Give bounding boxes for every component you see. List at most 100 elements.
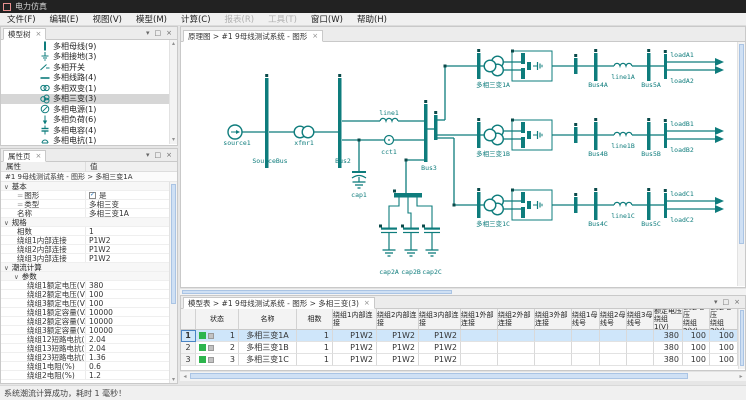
chevron-down-icon[interactable]: ▾ — [146, 29, 150, 37]
bus-3[interactable] — [424, 104, 428, 162]
property-value[interactable]: 2.04 — [86, 344, 171, 352]
property-value[interactable]: 1 — [86, 227, 171, 235]
close-icon[interactable]: × — [36, 30, 42, 38]
column-header[interactable] — [181, 309, 196, 330]
inductor-symbol[interactable] — [613, 62, 633, 69]
properties-scrollbar[interactable]: ▾ — [169, 182, 177, 383]
column-header[interactable]: 状态 — [196, 309, 239, 330]
bus-row-left[interactable] — [477, 192, 481, 218]
property-row[interactable]: 绕组23短路电抗(%) 1.36 — [1, 353, 171, 362]
column-header[interactable]: 绕组1外部连接 — [461, 309, 498, 330]
bus-row-left[interactable] — [477, 53, 481, 79]
scroll-down-icon[interactable]: ▾ — [170, 377, 177, 383]
bus-4[interactable] — [594, 53, 598, 81]
winding-block[interactable] — [511, 50, 553, 82]
tab-model-tree[interactable]: 模型树 × — [3, 28, 47, 40]
bus-2[interactable] — [338, 78, 342, 168]
property-value[interactable]: 1.36 — [86, 353, 171, 361]
property-section-row[interactable]: ∨ 基本 — [1, 182, 171, 191]
collapse-icon[interactable]: ∨ — [14, 273, 19, 280]
table-row[interactable]: 3 3 多相三变1C 1 P1W2 P1W2 P1W2 380 100 100 — [181, 354, 738, 366]
tree-item[interactable]: 多相接地(3) — [1, 51, 177, 63]
scroll-right-icon[interactable]: ▸ — [737, 374, 745, 380]
property-row[interactable]: 绕组1电阻(%) 0.6 — [1, 362, 171, 371]
column-header[interactable]: 绕组1内部连接 — [333, 309, 377, 330]
diagram-canvas[interactable]: source1 SourceBus Bus2 Bus3 xfmr1 line1 cct1 ca… — [180, 42, 746, 288]
property-row[interactable]: 绕组1额定电压(V) 380 — [1, 281, 171, 290]
float-icon[interactable]: □ — [723, 298, 730, 306]
scrollbar-thumb[interactable] — [740, 310, 744, 366]
transformer-symbol[interactable] — [301, 125, 315, 139]
scroll-down-icon[interactable]: ▾ — [170, 137, 177, 143]
capacitor-symbol[interactable] — [403, 227, 419, 230]
property-row[interactable]: 绕组3额定容量(VA) 10000 — [1, 326, 171, 335]
column-header[interactable]: 绕组3母线号 — [627, 309, 654, 330]
table-row[interactable]: 2 2 多相三变1B 1 P1W2 P1W2 P1W2 380 100 100 — [181, 342, 738, 354]
scrollbar-thumb[interactable] — [171, 184, 176, 304]
property-section-row[interactable]: ∨ 潮流计算 — [1, 263, 171, 272]
bus-5[interactable] — [647, 53, 651, 81]
close-icon[interactable]: × — [364, 299, 370, 307]
column-header[interactable]: 额定电压绕组2(V) — [683, 309, 710, 335]
tab-schematic[interactable]: 原理图 > #1 9母线测试系统 - 图形 × — [183, 30, 324, 42]
property-value[interactable]: 10000 — [86, 308, 171, 316]
column-header[interactable]: 额定电压 绕组1(V) — [654, 309, 683, 331]
tree-scrollbar[interactable]: ▴ ▾ — [169, 40, 177, 144]
menu-item[interactable]: 编辑(E) — [43, 13, 86, 25]
tab-properties[interactable]: 属性页 × — [3, 150, 47, 162]
collapse-icon[interactable]: ∨ — [4, 264, 9, 271]
table-vscrollbar[interactable] — [738, 309, 745, 369]
collapse-icon[interactable]: ∨ — [4, 219, 9, 226]
three-winding-transformer-symbol[interactable] — [483, 198, 497, 212]
tree-item[interactable]: 多相电容(4) — [1, 125, 177, 136]
property-value[interactable]: 多相三变 — [86, 200, 171, 208]
bus-sourcebus[interactable] — [265, 78, 269, 168]
property-row[interactable]: 绕组2内部连接 P1W2 — [1, 245, 171, 254]
three-winding-transformer-symbol[interactable] — [483, 128, 497, 142]
scrollbar-thumb[interactable] — [190, 373, 688, 379]
scroll-up-icon[interactable]: ▴ — [170, 41, 177, 47]
bus-5[interactable] — [647, 192, 651, 220]
tab-model-table[interactable]: 模型表 > #1 9母线测试系统 - 图形 > 多相三变(3) × — [183, 297, 375, 309]
tree-item[interactable]: 多相电源(1) — [1, 104, 177, 115]
bus-row-mid[interactable] — [574, 127, 578, 143]
property-row[interactable]: 绕组1额定容量(VA) 10000 — [1, 308, 171, 317]
table-hscrollbar[interactable]: ◂ ▸ — [180, 371, 746, 381]
chevron-down-icon[interactable]: ▾ — [714, 298, 718, 306]
tree-item[interactable]: 多相电抗(1) — [1, 136, 177, 145]
tree-item[interactable]: 多相双变(1) — [1, 83, 177, 94]
row-number[interactable]: 3 — [181, 354, 196, 366]
column-header[interactable]: 绕组1母线号 — [572, 309, 600, 330]
property-row[interactable]: 绕组2额定容量(VA) 10000 — [1, 317, 171, 326]
close-icon[interactable]: × — [734, 298, 740, 306]
diagram-vscrollbar[interactable] — [737, 42, 745, 286]
tree-item[interactable]: 多相线路(4) — [1, 73, 177, 84]
property-value[interactable]: 0.6 — [86, 362, 171, 370]
bus-load[interactable] — [664, 54, 667, 79]
row-number[interactable]: 2 — [181, 342, 196, 354]
close-icon[interactable]: × — [166, 29, 172, 37]
bus-4[interactable] — [594, 122, 598, 150]
inductor-symbol[interactable] — [379, 117, 399, 124]
close-icon[interactable]: × — [312, 32, 318, 40]
bus-load[interactable] — [664, 193, 667, 218]
tree-item[interactable]: 多相开关 — [1, 62, 177, 73]
capacitor-symbol[interactable] — [424, 227, 440, 230]
bus-4[interactable] — [594, 192, 598, 220]
scroll-left-icon[interactable]: ◂ — [181, 374, 189, 380]
column-header[interactable]: 名称 — [239, 309, 297, 330]
property-value[interactable]: 多相三变1A — [86, 209, 171, 217]
close-icon[interactable]: × — [166, 151, 172, 159]
bus-row-left[interactable] — [477, 122, 481, 148]
bus-row-mid[interactable] — [574, 58, 578, 74]
property-row[interactable]: 绕组2电阻(%) 1.2 — [1, 371, 171, 380]
property-value[interactable]: ✓ 是 — [86, 191, 171, 199]
column-header[interactable]: 绕组2外部连接 — [498, 309, 535, 330]
scrollbar-thumb[interactable] — [182, 290, 452, 294]
column-header[interactable]: 绕组3外部连接 — [535, 309, 572, 330]
winding-block[interactable] — [511, 189, 553, 221]
bus-row-mid[interactable] — [574, 197, 578, 213]
menu-item[interactable]: 窗口(W) — [304, 13, 350, 25]
bus-small[interactable] — [434, 115, 438, 140]
property-value[interactable]: 10000 — [86, 317, 171, 325]
